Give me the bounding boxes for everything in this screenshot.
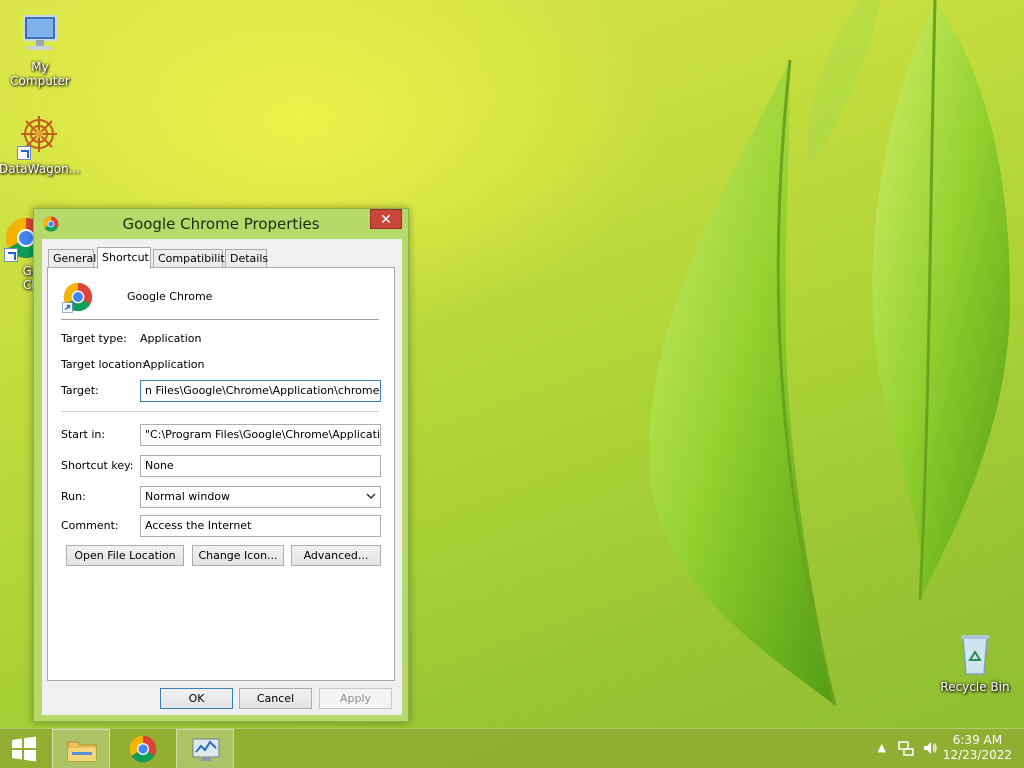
start-button[interactable] <box>0 729 48 768</box>
tab-details[interactable]: Details <box>225 249 268 269</box>
apply-button[interactable]: Apply <box>319 688 392 709</box>
run-label: Run: <box>61 490 86 503</box>
volume-icon[interactable] <box>922 740 938 756</box>
comment-label: Comment: <box>61 519 119 532</box>
app-name: Google Chrome <box>127 290 213 303</box>
run-select-value: Normal window <box>145 490 231 503</box>
desktop-icon-recycle-bin[interactable]: Recycle Bin <box>935 630 1015 694</box>
recycle-bin-icon <box>951 630 999 678</box>
chrome-shortcut-icon <box>61 280 95 314</box>
chrome-properties-dialog: Google Chrome Properties ✕ General Short… <box>33 208 409 722</box>
dialog-titlebar[interactable]: Google Chrome Properties ✕ <box>34 209 408 239</box>
shortcut-key-input[interactable]: None <box>140 455 381 477</box>
chrome-icon <box>129 735 157 763</box>
dialog-title: Google Chrome Properties <box>122 215 320 233</box>
target-location-label: Target location: <box>61 358 146 371</box>
target-type-value: Application <box>140 332 202 345</box>
taskbar: ▲ 6:39 AM 12/23/2022 <box>0 728 1024 768</box>
show-hidden-icons-arrow[interactable]: ▲ <box>878 741 886 754</box>
divider <box>61 411 379 412</box>
target-type-label: Target type: <box>61 332 127 345</box>
start-in-label: Start in: <box>61 428 106 441</box>
open-file-location-button[interactable]: Open File Location <box>66 545 184 566</box>
network-icon[interactable] <box>898 740 914 756</box>
advanced-button[interactable]: Advanced... <box>291 545 381 566</box>
close-icon: ✕ <box>380 212 392 228</box>
desktop-icon-label: Recycle Bin <box>940 680 1010 694</box>
performance-monitor-icon <box>192 738 220 761</box>
folder-icon <box>67 741 97 762</box>
start-in-input[interactable]: "C:\Program Files\Google\Chrome\Applicat… <box>140 424 381 446</box>
target-input[interactable]: n Files\Google\Chrome\Application\chrome… <box>140 380 381 402</box>
desktop-icon-datawagon[interactable]: DataWagon... <box>0 112 81 176</box>
tab-compatibility[interactable]: Compatibility <box>153 249 231 269</box>
shortcut-arrow-icon <box>4 248 18 262</box>
desktop-icon-label: My Computer <box>10 60 70 88</box>
taskbar-clock[interactable]: 6:39 AM 12/23/2022 <box>943 733 1012 763</box>
desktop-icon-my-computer[interactable]: My Computer <box>0 10 80 88</box>
shortcut-arrow-icon <box>17 146 31 160</box>
target-label: Target: <box>61 384 99 397</box>
run-select[interactable]: Normal window <box>140 486 381 508</box>
tab-general[interactable]: General <box>48 249 96 269</box>
clock-date: 12/23/2022 <box>942 748 1012 762</box>
change-icon-button[interactable]: Change Icon... <box>192 545 284 566</box>
shortcut-key-label: Shortcut key: <box>61 459 134 472</box>
taskbar-google-chrome[interactable] <box>114 729 172 768</box>
computer-icon <box>16 10 64 58</box>
taskbar-file-explorer[interactable] <box>52 729 110 768</box>
tab-shortcut[interactable]: Shortcut <box>97 247 151 269</box>
chevron-down-icon <box>366 493 376 500</box>
close-button[interactable]: ✕ <box>370 209 402 229</box>
clock-time: 6:39 AM <box>952 733 1003 747</box>
ok-button[interactable]: OK <box>160 688 233 709</box>
divider <box>61 319 379 320</box>
taskbar-system-properties[interactable] <box>176 729 234 768</box>
comment-input[interactable]: Access the Internet <box>140 515 381 537</box>
cancel-button[interactable]: Cancel <box>239 688 312 709</box>
datawagon-icon <box>15 112 63 160</box>
desktop-icon-label: DataWagon... <box>0 162 81 176</box>
target-location-value: Application <box>143 358 205 371</box>
dialog-client-area: General Shortcut Compatibility Details G… <box>42 239 402 715</box>
windows-logo-icon <box>12 736 36 762</box>
shortcut-tab-panel: Google Chrome Target type: Application T… <box>47 267 395 681</box>
